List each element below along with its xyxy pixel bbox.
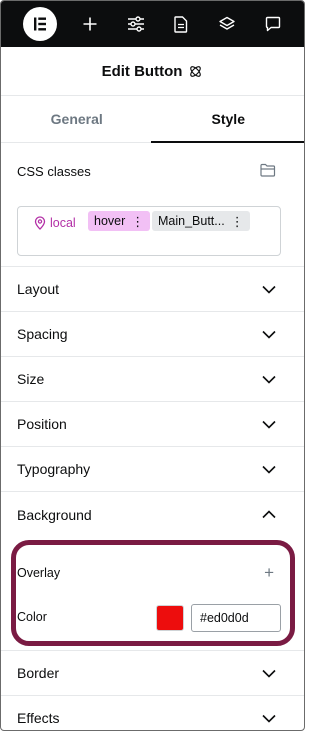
chevron-down-icon — [262, 282, 276, 296]
map-pin-icon — [34, 216, 46, 230]
class-chip-local-label: local — [50, 216, 76, 230]
folder-icon[interactable] — [260, 163, 276, 182]
page-icon[interactable] — [166, 1, 196, 47]
panel-tabs: General Style — [1, 96, 304, 143]
background-section-body: Overlay + Color — [1, 537, 304, 651]
editor-panel: Edit Button General Style CSS classes lo… — [0, 0, 305, 731]
panel-title: Edit Button — [101, 62, 183, 80]
css-classes-label: CSS classes — [17, 164, 91, 179]
elementor-logo-icon[interactable] — [23, 7, 57, 41]
class-chip-hover[interactable]: hover ⋮ — [88, 211, 151, 231]
section-spacing[interactable]: Spacing — [1, 312, 304, 357]
element-icon[interactable] — [188, 64, 203, 79]
panel-header: Edit Button — [1, 47, 304, 96]
css-classes-input[interactable]: local hover ⋮ Main_Butt... ⋮ — [17, 206, 281, 256]
tab-style[interactable]: Style — [153, 96, 305, 142]
section-background-label: Background — [17, 506, 92, 523]
chevron-down-icon — [262, 372, 276, 386]
color-swatch[interactable] — [156, 605, 184, 631]
plus-icon[interactable] — [75, 1, 105, 47]
section-position-label: Position — [17, 416, 67, 432]
chevron-down-icon — [262, 417, 276, 431]
section-effects[interactable]: Effects — [1, 696, 304, 730]
top-toolbar — [1, 1, 304, 47]
css-classes-section: CSS classes local hover ⋮ Main_Butt... ⋮ — [1, 143, 304, 267]
section-spacing-label: Spacing — [17, 326, 68, 342]
overlay-label: Overlay — [17, 566, 61, 580]
class-chip-local[interactable]: local — [34, 213, 76, 233]
section-position[interactable]: Position — [1, 402, 304, 447]
section-size[interactable]: Size — [1, 357, 304, 402]
section-border[interactable]: Border — [1, 651, 304, 696]
chevron-up-icon — [262, 508, 276, 522]
color-hex-input[interactable] — [191, 604, 281, 632]
section-layout[interactable]: Layout — [1, 267, 304, 312]
section-border-label: Border — [17, 665, 60, 681]
layers-icon[interactable] — [212, 1, 242, 47]
chevron-down-icon — [262, 711, 276, 725]
class-chip-hover-label: hover — [94, 214, 126, 228]
add-overlay-button[interactable]: + — [264, 563, 274, 583]
more-options-icon[interactable]: ⋮ — [231, 215, 244, 228]
color-label: Color — [17, 610, 47, 624]
chat-icon[interactable] — [258, 1, 288, 47]
more-options-icon[interactable]: ⋮ — [131, 215, 144, 228]
tab-general[interactable]: General — [1, 96, 153, 142]
class-chip-main-button[interactable]: Main_Butt... ⋮ — [152, 211, 250, 231]
chevron-down-icon — [262, 462, 276, 476]
chevron-down-icon — [262, 327, 276, 341]
section-layout-label: Layout — [17, 281, 60, 297]
section-typography[interactable]: Typography — [1, 447, 304, 492]
section-effects-label: Effects — [17, 710, 60, 726]
section-size-label: Size — [17, 371, 45, 387]
section-background[interactable]: Background — [1, 492, 304, 537]
chevron-down-icon — [262, 666, 276, 680]
sliders-icon[interactable] — [121, 1, 151, 47]
class-chip-main-label: Main_Butt... — [158, 214, 225, 228]
section-typography-label: Typography — [17, 461, 91, 477]
